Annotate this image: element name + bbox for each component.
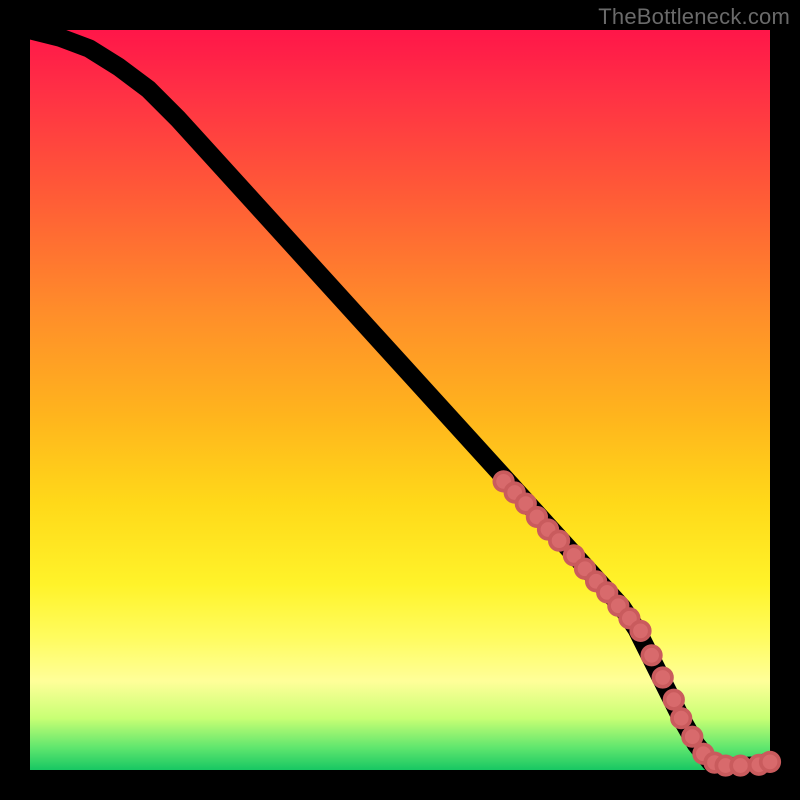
scatter-point (653, 668, 672, 687)
scatter-point (665, 690, 684, 709)
scatter-point (631, 622, 650, 641)
scatter-group (494, 472, 779, 775)
chart-overlay (30, 30, 770, 770)
scatter-point (731, 756, 750, 775)
scatter-point (672, 709, 691, 728)
scatter-point (683, 727, 702, 746)
watermark-text: TheBottleneck.com (598, 4, 790, 30)
scatter-point (761, 753, 780, 772)
chart-stage: TheBottleneck.com (0, 0, 800, 800)
scatter-point (550, 531, 569, 550)
scatter-point (642, 646, 661, 665)
